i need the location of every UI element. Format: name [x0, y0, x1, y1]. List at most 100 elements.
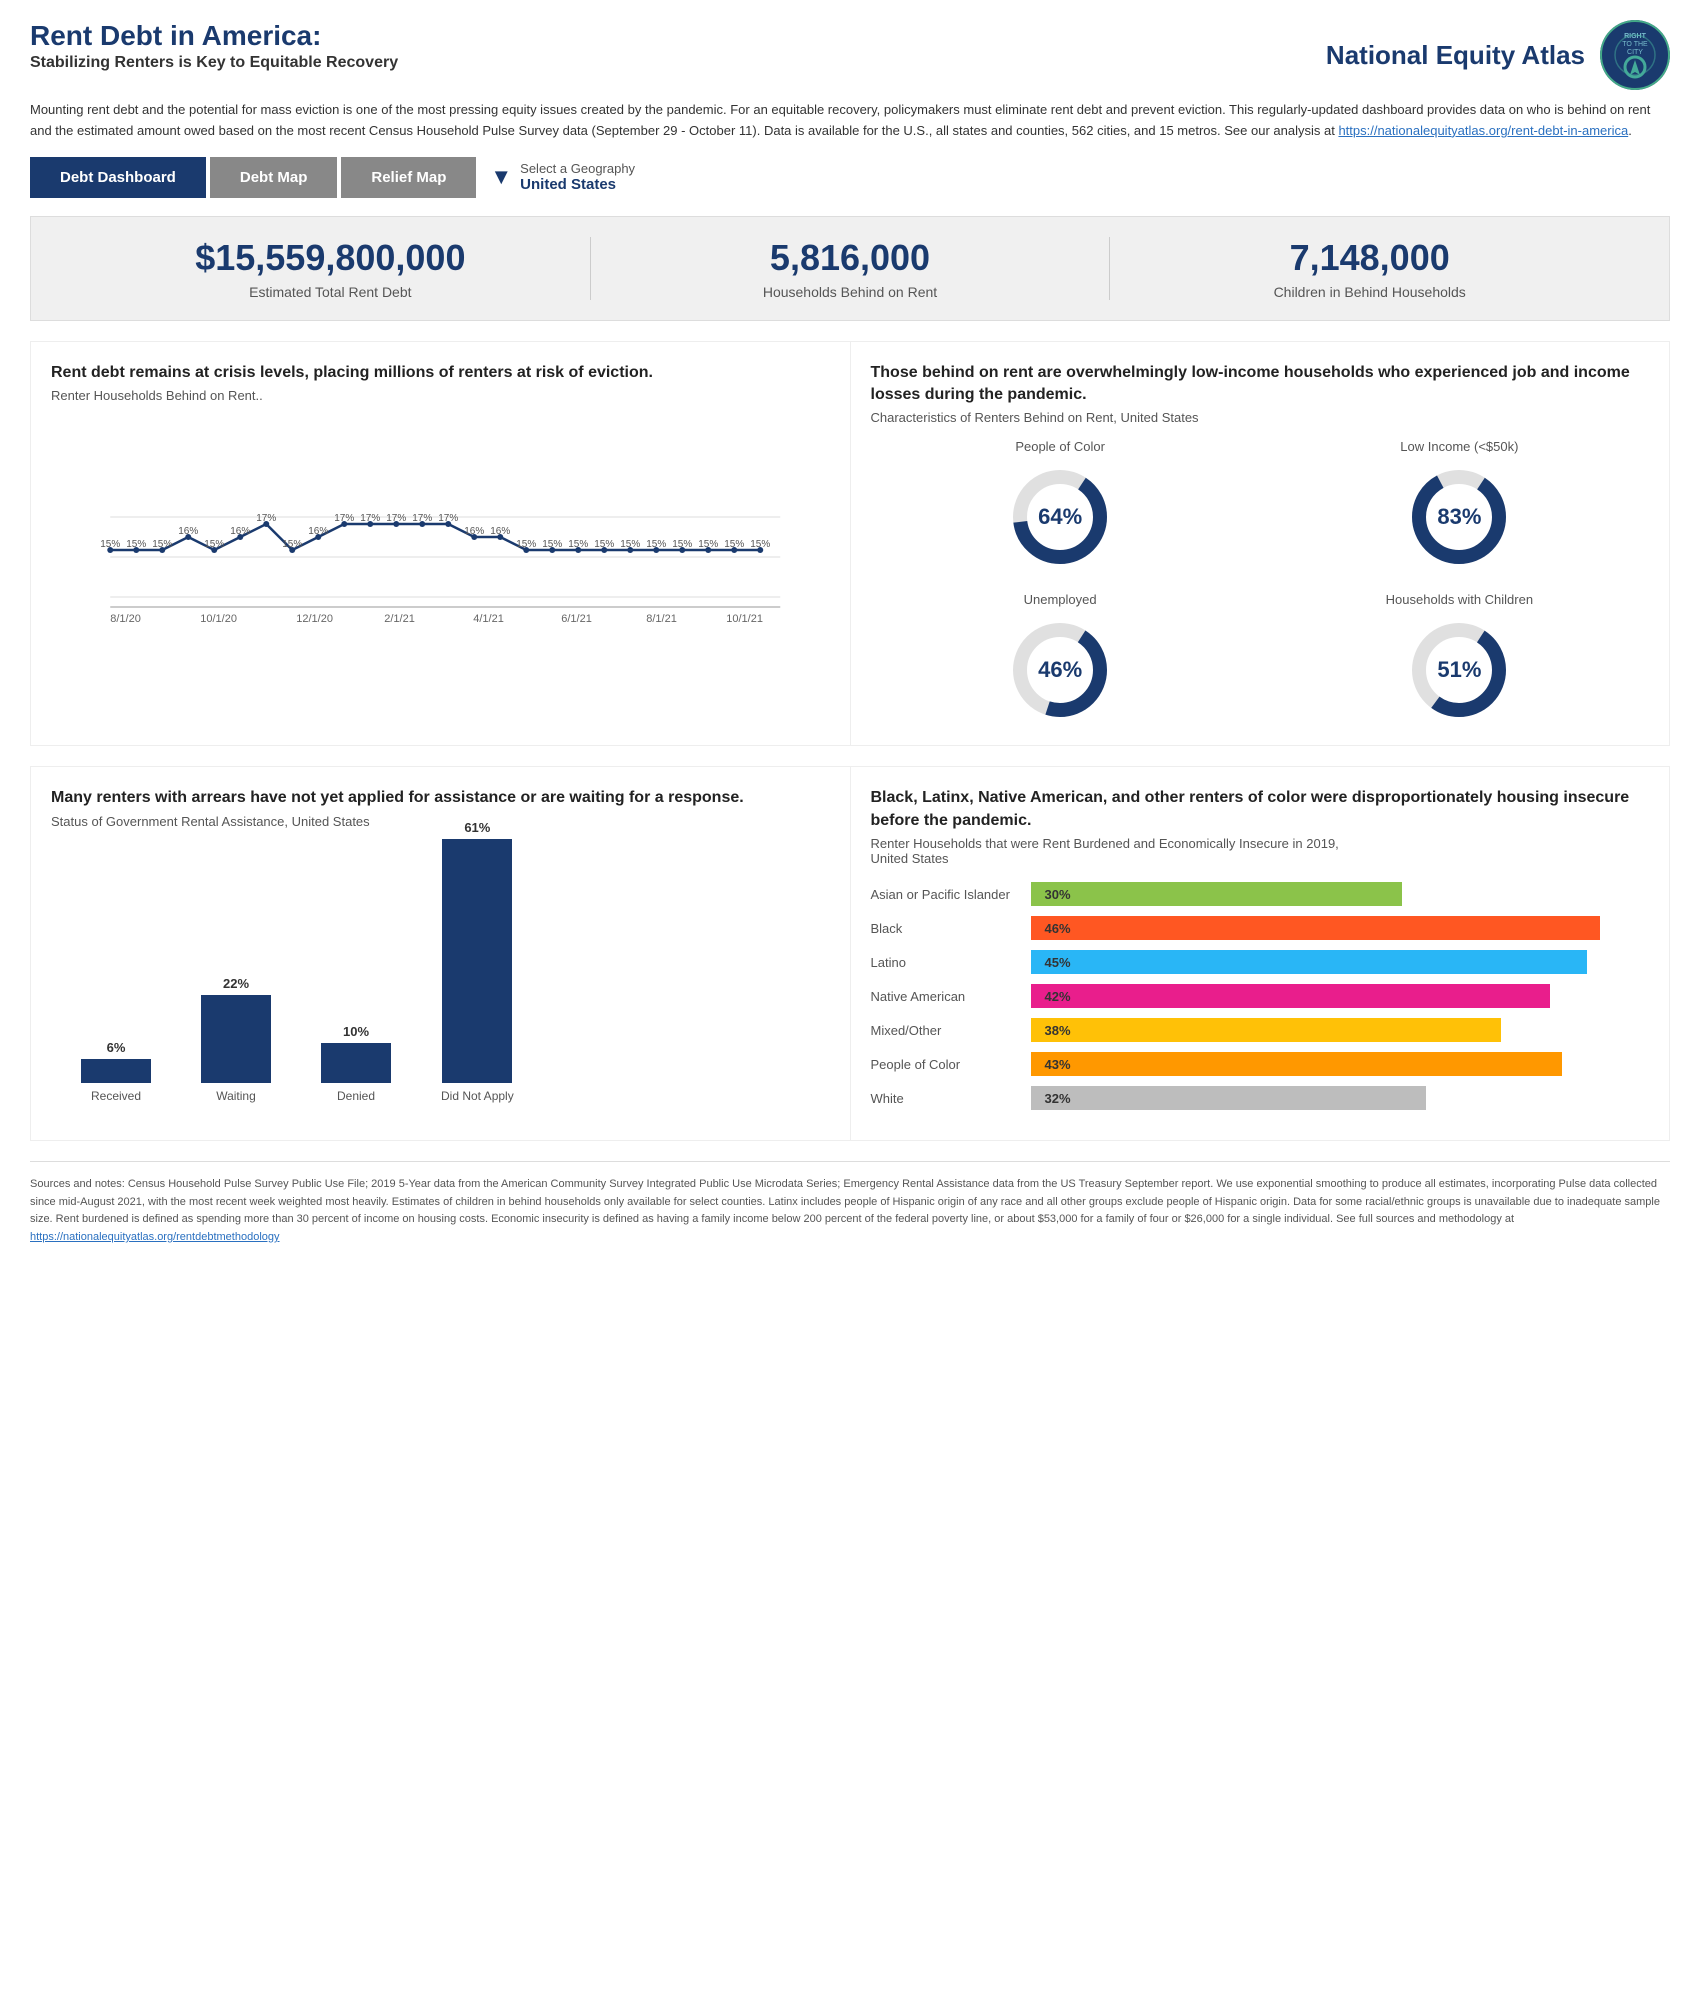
hbar-pct-asian: 30%: [1045, 887, 1071, 902]
hbar-item-mixed: Mixed/Other 38%: [871, 1018, 1650, 1042]
bottom-two-col: Many renters with arrears have not yet a…: [30, 766, 1670, 1141]
svg-text:15%: 15%: [204, 539, 224, 550]
bar-label-did-not-apply: Did Not Apply: [441, 1089, 514, 1103]
stat-label-children: Children in Behind Households: [1110, 284, 1629, 300]
donut-value-poc: 64%: [1038, 504, 1082, 530]
tab-debt-map[interactable]: Debt Map: [210, 157, 338, 198]
donut-wrapper-income: 83%: [1404, 462, 1514, 572]
line-chart-subtitle: Renter Households Behind on Rent..: [51, 388, 830, 403]
hbar-item-white: White 32%: [871, 1086, 1650, 1110]
hbar-chart-title: Black, Latinx, Native American, and othe…: [871, 787, 1650, 832]
svg-text:17%: 17%: [360, 513, 380, 524]
donut-wrapper-children: 51%: [1404, 615, 1514, 725]
bar-denied: 10% Denied: [321, 1024, 391, 1103]
tab-debt-dashboard[interactable]: Debt Dashboard: [30, 157, 206, 198]
bar-fill-did-not-apply: [442, 839, 512, 1083]
donut-value-income: 83%: [1437, 504, 1481, 530]
bar-did-not-apply: 61% Did Not Apply: [441, 820, 514, 1103]
footer-link[interactable]: https://nationalequityatlas.org/rentdebt…: [30, 1231, 280, 1243]
svg-text:15%: 15%: [542, 539, 562, 550]
svg-text:15%: 15%: [568, 539, 588, 550]
footer: Sources and notes: Census Household Puls…: [30, 1161, 1670, 1246]
page-header: Rent Debt in America: Stabilizing Renter…: [30, 20, 1670, 90]
hbar-fill-poc: 43%: [1031, 1052, 1563, 1076]
hbar-cat-latino: Latino: [871, 955, 1031, 970]
donut-people-of-color: People of Color 64%: [871, 439, 1250, 572]
hbar-cat-white: White: [871, 1091, 1031, 1106]
svg-text:15%: 15%: [516, 539, 536, 550]
hbar-fill-mixed: 38%: [1031, 1018, 1501, 1042]
svg-text:10/1/21: 10/1/21: [726, 613, 763, 625]
svg-text:15%: 15%: [672, 539, 692, 550]
hbar-cat-black: Black: [871, 921, 1031, 936]
tab-relief-map[interactable]: Relief Map: [341, 157, 476, 198]
svg-text:15%: 15%: [724, 539, 744, 550]
page-title: Rent Debt in America:: [30, 20, 398, 52]
bar-received: 6% Received: [81, 1040, 151, 1103]
geo-label: Select a Geography: [520, 161, 635, 176]
geo-selector[interactable]: ▼ Select a Geography United States: [490, 161, 635, 193]
svg-text:15%: 15%: [152, 539, 172, 550]
donut-label-poc: People of Color: [1015, 439, 1105, 454]
donut-label-children: Households with Children: [1386, 592, 1533, 607]
svg-text:17%: 17%: [334, 513, 354, 524]
stat-value-children: 7,148,000: [1110, 237, 1629, 279]
hbar-pct-native: 42%: [1045, 989, 1071, 1004]
svg-text:15%: 15%: [282, 539, 302, 550]
hbar-track-white: 32%: [1031, 1086, 1650, 1110]
stat-value-rent-debt: $15,559,800,000: [71, 237, 590, 279]
donut-households-children: Households with Children 51%: [1270, 592, 1649, 725]
svg-text:17%: 17%: [256, 513, 276, 524]
svg-text:8/1/21: 8/1/21: [646, 613, 677, 625]
hbar-chart-section: Black, Latinx, Native American, and othe…: [851, 767, 1670, 1140]
donut-label-unemployed: Unemployed: [1024, 592, 1097, 607]
hbar-cat-asian: Asian or Pacific Islander: [871, 887, 1031, 902]
hbar-pct-latino: 45%: [1045, 955, 1071, 970]
hbar-list: Asian or Pacific Islander 30% Black 46%: [871, 882, 1650, 1110]
line-chart-section: Rent debt remains at crisis levels, plac…: [31, 342, 851, 746]
bar-pct-waiting: 22%: [223, 976, 249, 991]
svg-text:15%: 15%: [594, 539, 614, 550]
stats-row: $15,559,800,000 Estimated Total Rent Deb…: [30, 216, 1670, 321]
hbar-track-poc: 43%: [1031, 1052, 1650, 1076]
hbar-cat-native: Native American: [871, 989, 1031, 1004]
hbar-item-latino: Latino 45%: [871, 950, 1650, 974]
hbar-pct-black: 46%: [1045, 921, 1071, 936]
svg-text:2/1/21: 2/1/21: [384, 613, 415, 625]
svg-text:15%: 15%: [698, 539, 718, 550]
donut-wrapper-unemployed: 46%: [1005, 615, 1115, 725]
svg-text:8/1/20: 8/1/20: [110, 613, 141, 625]
hbar-chart-subtitle: Renter Households that were Rent Burdene…: [871, 836, 1650, 866]
svg-text:4/1/21: 4/1/21: [473, 613, 504, 625]
stat-total-rent-debt: $15,559,800,000 Estimated Total Rent Deb…: [71, 237, 590, 300]
hbar-cat-poc: People of Color: [871, 1057, 1031, 1072]
bar-fill-received: [81, 1059, 151, 1083]
hbar-cat-mixed: Mixed/Other: [871, 1023, 1031, 1038]
stat-children: 7,148,000 Children in Behind Households: [1109, 237, 1629, 300]
filter-icon: ▼: [490, 164, 512, 190]
svg-text:16%: 16%: [230, 526, 250, 537]
footer-text: Sources and notes: Census Household Puls…: [30, 1178, 1660, 1225]
hbar-fill-asian: 30%: [1031, 882, 1402, 906]
hbar-pct-mixed: 38%: [1045, 1023, 1071, 1038]
donut-chart-section: Those behind on rent are overwhelmingly …: [851, 342, 1670, 746]
svg-text:15%: 15%: [126, 539, 146, 550]
svg-text:17%: 17%: [438, 513, 458, 524]
donut-chart-title: Those behind on rent are overwhelmingly …: [871, 362, 1650, 407]
stat-value-households: 5,816,000: [591, 237, 1110, 279]
bar-pct-denied: 10%: [343, 1024, 369, 1039]
svg-text:15%: 15%: [100, 539, 120, 550]
bar-label-denied: Denied: [337, 1089, 375, 1103]
stat-label-rent-debt: Estimated Total Rent Debt: [71, 284, 590, 300]
bar-chart-section: Many renters with arrears have not yet a…: [31, 767, 851, 1140]
svg-text:16%: 16%: [464, 526, 484, 537]
donut-wrapper-poc: 64%: [1005, 462, 1115, 572]
line-chart-container: 15% 15% 15% 16% 15% 16% 17% 15% 16% 17% …: [51, 417, 830, 637]
description-link[interactable]: https://nationalequityatlas.org/rent-deb…: [1338, 123, 1628, 138]
svg-text:15%: 15%: [620, 539, 640, 550]
logo-circle: RIGHT TO THE CITY: [1600, 20, 1670, 90]
svg-text:16%: 16%: [178, 526, 198, 537]
svg-text:10/1/20: 10/1/20: [200, 613, 237, 625]
donut-grid: People of Color 64% Low Income (<$50k): [871, 439, 1650, 725]
hbar-item-black: Black 46%: [871, 916, 1650, 940]
